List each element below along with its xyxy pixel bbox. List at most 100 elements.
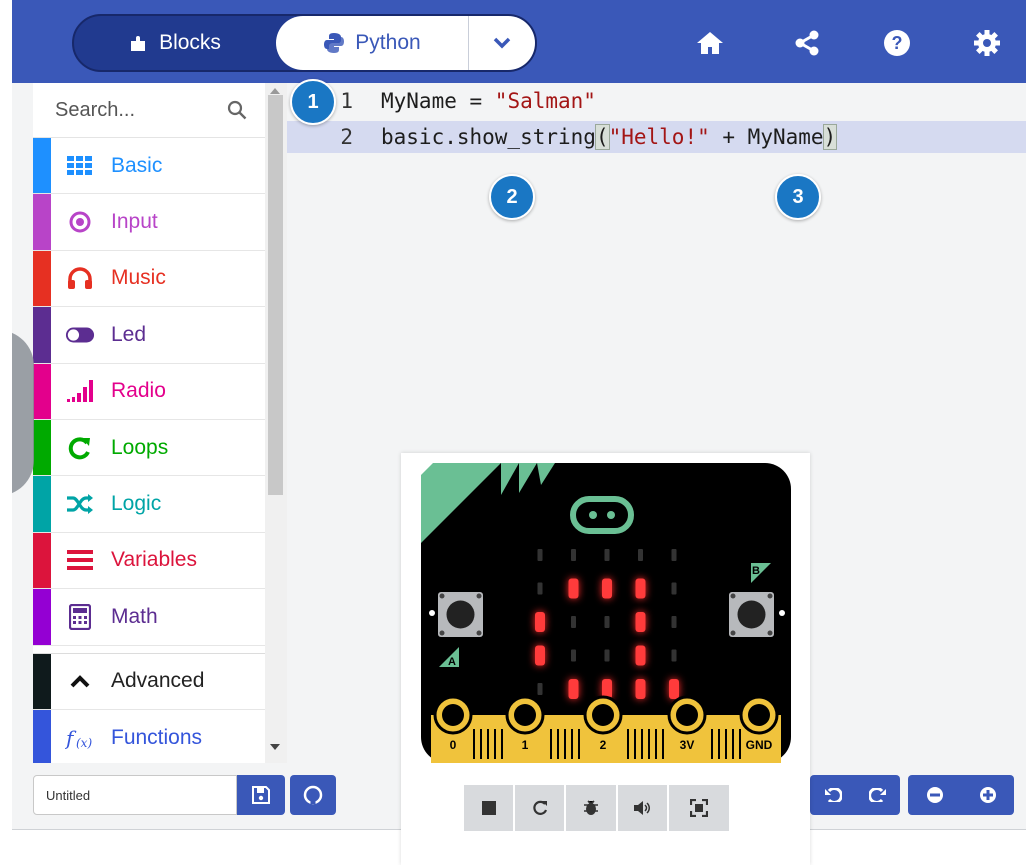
- edge-connector-tooth: [655, 729, 657, 759]
- headphones-icon: [65, 265, 95, 291]
- edge-connector-tooth: [648, 729, 650, 759]
- language-dropdown-button[interactable]: [468, 16, 535, 70]
- edge-connector-tooth: [571, 729, 573, 759]
- toolbox-search[interactable]: Search...: [33, 83, 265, 138]
- led-off: [537, 582, 543, 595]
- category-label: Advanced: [111, 669, 205, 693]
- simulator-controls: [464, 785, 729, 831]
- fullscreen-icon[interactable]: [668, 785, 729, 831]
- category-label: Functions: [111, 725, 203, 749]
- scroll-down-arrow-icon[interactable]: [270, 744, 280, 750]
- code-text[interactable]: basic.show_string("Hello!" + MyName): [367, 124, 838, 150]
- save-button[interactable]: [237, 775, 285, 815]
- led-on: [535, 645, 545, 666]
- edge-connector-tooth: [718, 729, 720, 759]
- led-off: [671, 616, 677, 628]
- toolbox-category-advanced[interactable]: Advanced: [33, 653, 265, 710]
- python-icon: [324, 33, 345, 53]
- led-off: [671, 582, 677, 595]
- category-color-bar: [33, 307, 51, 363]
- microbit-simulator: A B 0 1 2 3V GND: [401, 453, 810, 865]
- edge-connector-tooth: [725, 729, 727, 759]
- line-number: 2: [340, 125, 353, 149]
- toolbox-category-basic[interactable]: Basic: [33, 138, 265, 195]
- settings-icon[interactable]: [972, 28, 1002, 58]
- led-off: [537, 683, 543, 695]
- category-label: Variables: [111, 548, 197, 572]
- category-label: Led: [111, 322, 147, 346]
- toolbox-category-math[interactable]: Math: [33, 589, 265, 646]
- toolbox-category-input[interactable]: Input: [33, 194, 265, 251]
- toolbox-category-loops[interactable]: Loops: [33, 419, 265, 477]
- microbit-board[interactable]: A B 0 1 2 3V GND: [401, 453, 810, 773]
- toolbox-category-variables[interactable]: Variables: [33, 532, 265, 590]
- category-color-bar: [33, 138, 51, 194]
- callout-badge: 3: [775, 174, 821, 220]
- signal-icon: [65, 378, 95, 404]
- scroll-up-arrow-icon[interactable]: [270, 88, 280, 94]
- undo-redo-group: [810, 775, 900, 815]
- project-name-input[interactable]: Untitled: [33, 775, 237, 815]
- category-label: Math: [111, 604, 158, 628]
- zoom-in-icon[interactable]: [961, 786, 1014, 804]
- stop-icon[interactable]: [464, 785, 514, 831]
- toolbox-category-led[interactable]: Led: [33, 307, 265, 364]
- category-color-bar: [33, 709, 51, 763]
- toolbox-separator: [33, 645, 265, 654]
- toolbox-category-logic[interactable]: Logic: [33, 476, 265, 533]
- led-off: [671, 549, 677, 561]
- led-off: [571, 649, 576, 662]
- toolbox-category-functions[interactable]: f (x) Functions: [33, 709, 265, 763]
- category-label: Loops: [111, 435, 169, 459]
- led-on: [535, 612, 545, 632]
- help-icon[interactable]: ?: [882, 28, 912, 58]
- edge-connector-tooth: [627, 729, 629, 759]
- restart-icon[interactable]: [515, 785, 565, 831]
- edge-connector-tooth: [739, 729, 741, 759]
- calculator-icon: [65, 603, 95, 630]
- category-color-bar: [33, 194, 51, 250]
- github-button[interactable]: [290, 775, 336, 815]
- home-icon[interactable]: [695, 28, 725, 58]
- edge-connector-tooth: [578, 729, 580, 759]
- pin-label: GND: [746, 738, 773, 752]
- save-icon: [252, 786, 270, 804]
- zoom-out-icon[interactable]: [908, 786, 961, 804]
- callout-badge: 2: [489, 174, 535, 220]
- tab-python-label: Python: [355, 31, 421, 54]
- mute-icon[interactable]: [617, 785, 667, 831]
- collapse-simulator-tab[interactable]: ‹: [12, 330, 34, 496]
- toolbox-category-music[interactable]: Music: [33, 250, 265, 308]
- led-off: [671, 649, 677, 662]
- tab-python[interactable]: Python: [276, 16, 468, 70]
- list-icon: [65, 547, 95, 573]
- share-icon[interactable]: [792, 28, 822, 58]
- led-off: [537, 549, 543, 561]
- undo-icon[interactable]: [810, 788, 855, 802]
- loop-icon: [65, 435, 95, 461]
- code-line[interactable]: 1 MyName = "Salman": [287, 85, 1026, 117]
- code-text[interactable]: MyName = "Salman": [367, 89, 596, 113]
- toolbox-category-radio[interactable]: Radio: [33, 363, 265, 420]
- led-off: [604, 616, 610, 628]
- category-color-bar: [33, 532, 51, 589]
- svg-text:?: ?: [892, 33, 903, 53]
- debug-icon[interactable]: [566, 785, 616, 831]
- led-on: [635, 612, 646, 632]
- redo-icon[interactable]: [855, 788, 900, 802]
- tab-blocks[interactable]: Blocks: [76, 18, 274, 68]
- category-color-bar: [33, 250, 51, 307]
- toolbox-scrollbar[interactable]: [265, 83, 287, 763]
- led-on: [568, 578, 579, 599]
- editor-mode-switch: Blocks Python: [72, 14, 537, 72]
- tab-blocks-label: Blocks: [159, 31, 221, 54]
- search-input[interactable]: Search...: [55, 99, 135, 122]
- led-off: [604, 549, 610, 561]
- shuffle-icon: [65, 491, 95, 517]
- scrollbar-thumb[interactable]: [268, 95, 283, 495]
- category-color-bar: [33, 589, 51, 645]
- category-color-bar: [33, 363, 51, 419]
- edge-connector-tooth: [711, 729, 713, 759]
- edge-connector-tooth: [550, 729, 552, 759]
- code-line-active[interactable]: 2 basic.show_string("Hello!" + MyName): [287, 121, 1026, 153]
